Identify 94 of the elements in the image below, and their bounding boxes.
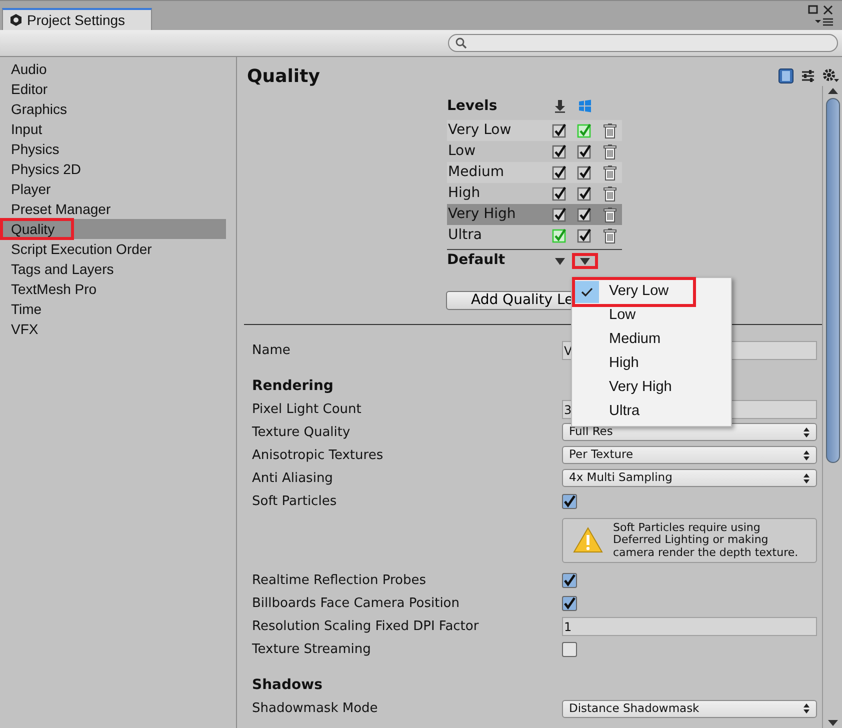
sidebar-item[interactable]: Graphics [0, 99, 226, 119]
trash-icon[interactable] [602, 122, 616, 138]
menu-item[interactable]: Low [575, 304, 693, 328]
checkmark-icon [581, 287, 593, 297]
stepper-arrows-icon [803, 426, 810, 438]
field-label: Resolution Scaling Fixed DPI Factor [252, 618, 480, 636]
checkbox[interactable] [552, 207, 567, 222]
stepper-arrows-icon [803, 472, 810, 484]
sidebar-item[interactable]: Input [0, 119, 226, 139]
sidebar-item[interactable]: Tags and Layers [0, 259, 226, 279]
dropdown-field[interactable]: Distance Shadowmask [562, 700, 817, 718]
section-heading: Shadows [252, 676, 322, 695]
caret-icon [554, 256, 566, 266]
quality-level-row[interactable]: Very High [447, 204, 622, 225]
trash-icon[interactable] [602, 228, 616, 244]
field-label: Billboards Face Camera Position [252, 595, 460, 613]
levels-heading: Levels [447, 96, 498, 116]
checkbox[interactable] [577, 123, 592, 138]
windows-logo-icon [578, 99, 592, 113]
sidebar-item[interactable]: TextMesh Pro [0, 279, 226, 299]
checkbox[interactable] [562, 494, 577, 508]
checkbox[interactable] [577, 207, 592, 222]
field-label: Anisotropic Textures [252, 446, 384, 464]
field-label: Texture Quality [252, 424, 352, 442]
sidebar-item[interactable]: VFX [0, 319, 226, 339]
settings-icon[interactable] [822, 68, 840, 84]
settings-icon [9, 13, 23, 27]
scrollbar-thumb[interactable] [826, 98, 840, 463]
sidebar-item[interactable]: Physics [0, 139, 226, 159]
sidebar-item[interactable]: Script Execution Order [0, 239, 226, 259]
dropdown-field[interactable]: Per Texture [562, 446, 817, 464]
window-tab[interactable]: Project Settings [2, 8, 152, 30]
trash-icon[interactable] [602, 144, 616, 160]
checkbox[interactable] [552, 186, 567, 201]
section-heading: Rendering [252, 376, 334, 396]
checkbox[interactable] [552, 144, 567, 159]
search-icon [455, 37, 467, 49]
caret-icon [578, 256, 590, 266]
menu-item[interactable]: Very High [575, 376, 693, 400]
warning-icon [573, 526, 603, 554]
quality-level-row[interactable]: Ultra [447, 225, 622, 246]
quality-level-row[interactable]: High [447, 183, 622, 204]
checkbox[interactable] [577, 186, 592, 201]
scroll-down-icon[interactable] [826, 718, 838, 728]
panel-title: Quality [247, 64, 320, 88]
sidebar-item[interactable]: Preset Manager [0, 199, 226, 219]
field-label: Pixel Light Count [252, 400, 362, 418]
sliders-icon[interactable] [800, 68, 816, 84]
checkbox[interactable] [562, 642, 577, 657]
field-label: Shadowmask Mode [252, 700, 379, 718]
default-label: Default [447, 251, 506, 270]
help-message: Soft Particles require using Deferred Lighting or making camera render the depth texture. [613, 522, 800, 559]
search-field[interactable] [448, 34, 838, 52]
menu-icon[interactable] [814, 17, 834, 27]
quality-level-row[interactable]: Very Low [447, 120, 622, 141]
quality-level-row[interactable]: Medium [447, 162, 622, 183]
sidebar-item[interactable]: Time [0, 299, 226, 319]
checkbox[interactable] [562, 596, 577, 611]
checkbox[interactable] [552, 228, 567, 243]
field-label: Realtime Reflection Probes [252, 572, 427, 590]
sidebar-item[interactable]: Player [0, 179, 226, 199]
menu-item[interactable]: Ultra [575, 400, 693, 424]
window-controls-icon[interactable] [808, 5, 834, 15]
trash-icon[interactable] [602, 206, 616, 222]
checkbox[interactable] [577, 144, 592, 159]
field-label: Anti Aliasing [252, 470, 334, 488]
field-label: Soft Particles [252, 492, 338, 510]
checkbox[interactable] [552, 165, 567, 180]
quality-level-row[interactable]: Low [447, 141, 622, 162]
sidebar-item[interactable]: Physics 2D [0, 159, 226, 179]
sidebar-item[interactable]: Audio [0, 59, 226, 79]
checkbox[interactable] [562, 573, 577, 588]
menu-item[interactable]: Very Low [575, 280, 693, 304]
stepper-arrows-icon [803, 450, 810, 460]
checkmark-icon [563, 574, 576, 587]
help-book-icon[interactable] [778, 68, 794, 84]
field-label: Texture Streaming [252, 641, 372, 659]
checkbox[interactable] [577, 228, 592, 243]
scroll-up-icon[interactable] [826, 86, 838, 96]
text-field[interactable]: 1 [562, 617, 817, 636]
sidebar-item[interactable]: Editor [0, 79, 226, 99]
checkmark-icon [563, 597, 576, 610]
checkbox[interactable] [577, 165, 592, 180]
download-icon [554, 99, 566, 113]
sidebar-item[interactable]: Quality [0, 219, 226, 239]
dropdown-field[interactable]: 4x Multi Sampling [562, 469, 817, 487]
trash-icon[interactable] [602, 164, 616, 180]
menu-item[interactable]: Medium [575, 328, 693, 352]
stepper-arrows-icon [803, 703, 810, 714]
checkbox[interactable] [552, 123, 567, 138]
menu-item[interactable]: High [575, 352, 693, 376]
checkmark-icon [563, 494, 576, 508]
trash-icon[interactable] [602, 186, 616, 202]
field-label: Name [252, 342, 292, 360]
